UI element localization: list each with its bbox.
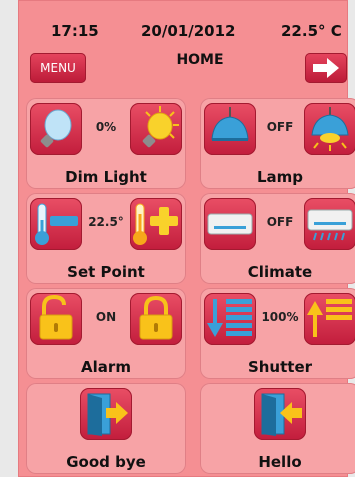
ac-off-icon: [207, 213, 253, 235]
padlock-closed-icon: [139, 295, 173, 340]
dim-light-on-button[interactable]: [130, 103, 182, 155]
lamp-label: Lamp: [256, 168, 304, 186]
set-point-value: 22.5°: [88, 215, 124, 229]
lamp-on-icon: [311, 107, 349, 151]
climate-on-button[interactable]: [304, 198, 355, 250]
thermometer-minus-icon: [35, 203, 78, 245]
set-point-increase-button[interactable]: [130, 198, 182, 250]
hello-button[interactable]: [254, 388, 306, 440]
climate-label: Climate: [247, 263, 313, 281]
lamp-off-button[interactable]: [204, 103, 256, 155]
good-bye-button[interactable]: [80, 388, 132, 440]
set-point-label: Set Point: [67, 263, 145, 281]
thermometer-plus-icon: [133, 203, 178, 245]
status-date: 20/01/2012: [141, 22, 236, 40]
page-title: HOME: [176, 52, 224, 68]
lamp-off-icon: [211, 107, 249, 141]
alarm-value: ON: [95, 310, 117, 324]
tile-dim-light: 0% Dim Light: [26, 98, 186, 189]
shutter-down-icon: [207, 299, 252, 337]
ac-on-icon: [307, 209, 353, 241]
dim-light-value: 0%: [95, 120, 117, 134]
set-point-decrease-button[interactable]: [30, 198, 82, 250]
tile-alarm: ON Alarm: [26, 288, 186, 379]
alarm-on-button[interactable]: [130, 293, 182, 345]
door-enter-icon: [261, 393, 302, 436]
lamp-value: OFF: [266, 120, 294, 134]
tile-shutter: 100% Shutter: [200, 288, 355, 379]
lamp-on-button[interactable]: [304, 103, 355, 155]
shutter-up-button[interactable]: [304, 293, 355, 345]
status-time: 17:15: [51, 22, 99, 40]
alarm-off-button[interactable]: [30, 293, 82, 345]
alarm-label: Alarm: [81, 358, 131, 376]
menu-button[interactable]: MENU: [30, 53, 86, 83]
climate-value: OFF: [266, 215, 294, 229]
tile-set-point: 22.5° Set Point: [26, 193, 186, 284]
shutter-up-icon: [307, 299, 352, 337]
tile-hello: Hello: [200, 383, 355, 474]
shutter-down-button[interactable]: [204, 293, 256, 345]
shutter-value: 100%: [261, 310, 299, 324]
shutter-label: Shutter: [247, 358, 313, 376]
dim-light-off-button[interactable]: [30, 103, 82, 155]
arrow-right-icon: [313, 58, 339, 78]
bulb-off-icon: [40, 109, 72, 148]
next-page-button[interactable]: [305, 53, 347, 83]
bulb-on-icon: [142, 106, 179, 148]
status-temperature: 22.5° C: [281, 22, 342, 40]
door-exit-icon: [87, 393, 128, 436]
dim-light-label: Dim Light: [65, 168, 147, 186]
tile-climate: OFF Climate: [200, 193, 355, 284]
hello-label: Hello: [258, 453, 302, 471]
tile-lamp: OFF Lamp: [200, 98, 355, 189]
padlock-open-icon: [39, 294, 73, 340]
good-bye-label: Good bye: [66, 453, 146, 471]
tile-good-bye: Good bye: [26, 383, 186, 474]
climate-off-button[interactable]: [204, 198, 256, 250]
